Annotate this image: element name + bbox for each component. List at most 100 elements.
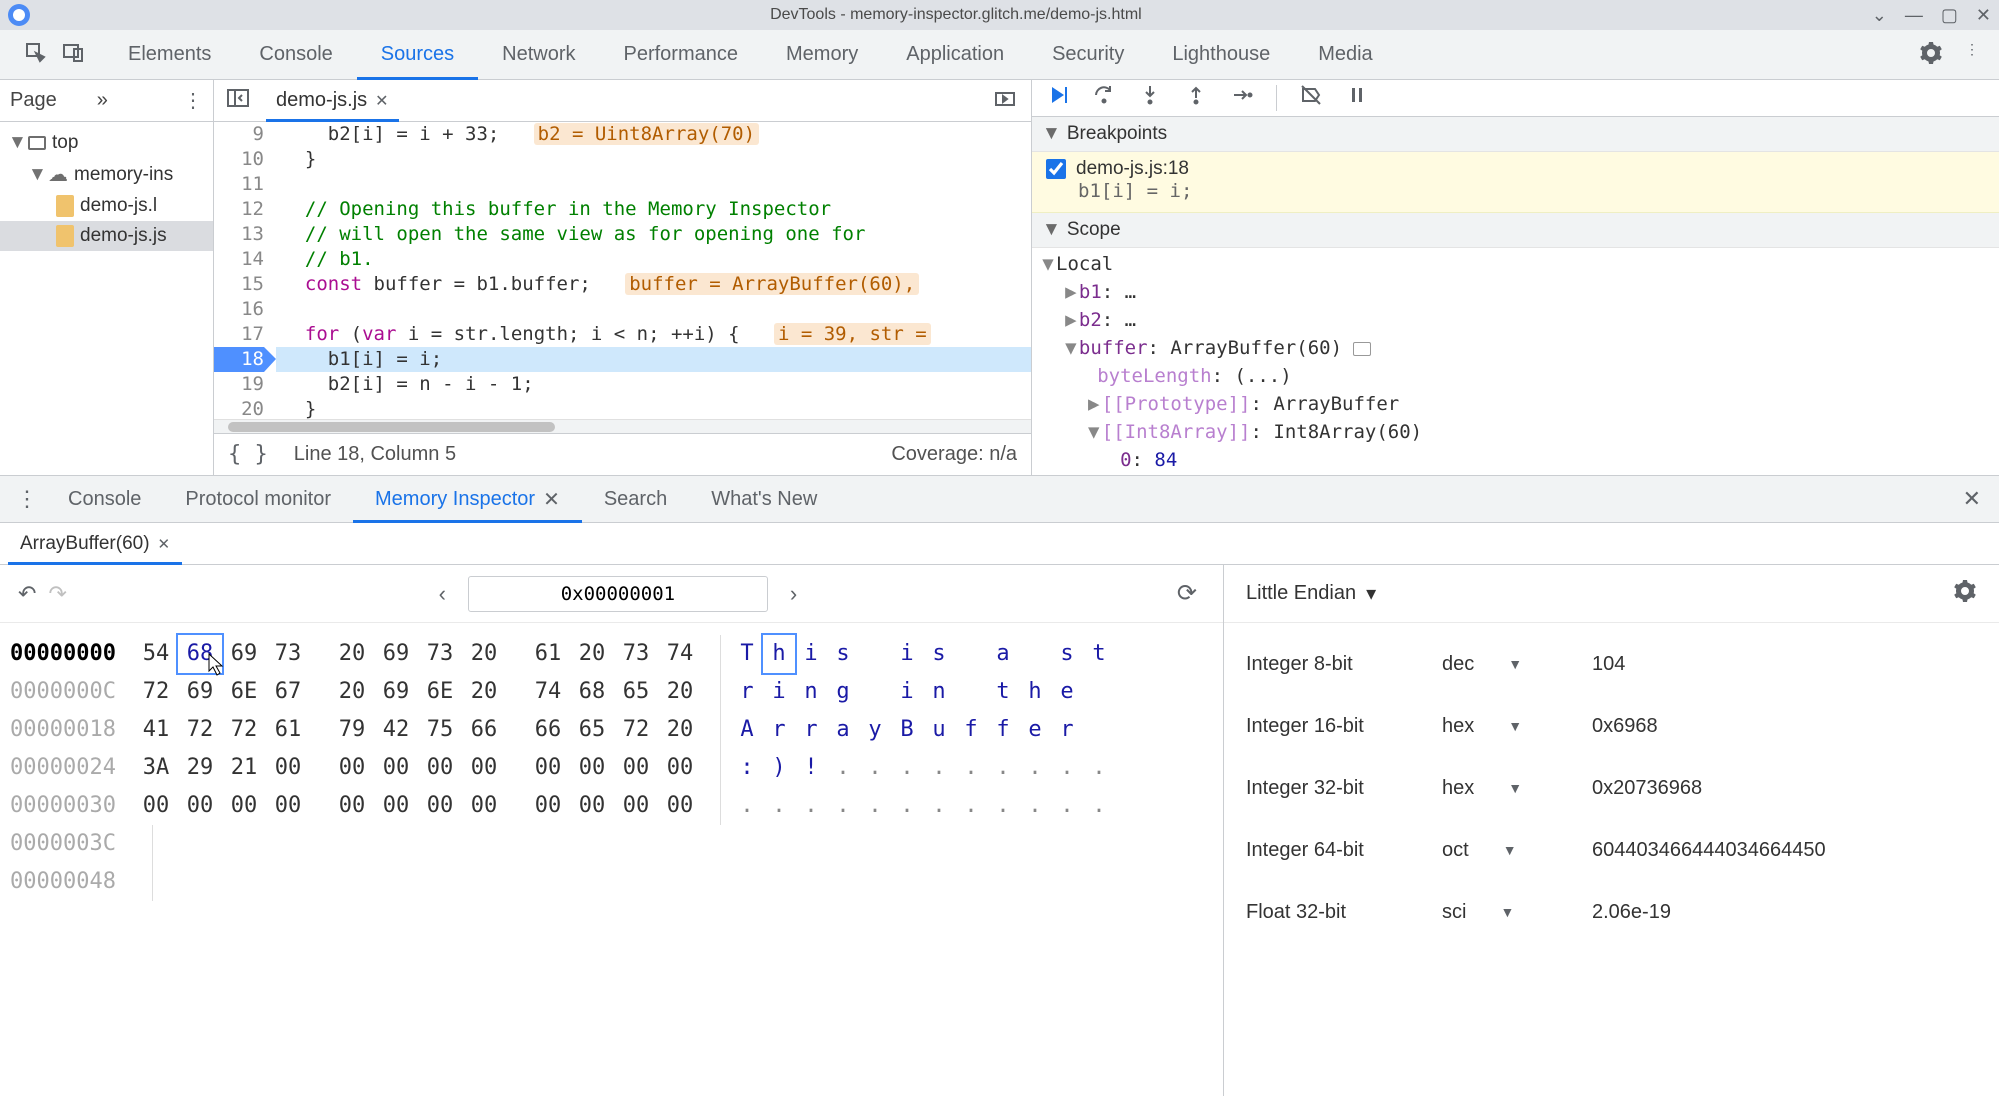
value-mode-select[interactable]: hex▼ — [1442, 715, 1592, 738]
chevron-down-icon: ▼ — [1508, 656, 1522, 672]
value-type-label: Integer 64-bit — [1246, 839, 1442, 862]
tab-application[interactable]: Application — [882, 30, 1028, 80]
memory-buffer-tab[interactable]: ArrayBuffer(60) ✕ — [8, 523, 182, 565]
tree-label: demo-js.l — [80, 195, 157, 217]
window-maximize-icon[interactable]: ▢ — [1941, 5, 1958, 26]
scope-section-header[interactable]: ▼Scope — [1032, 213, 1999, 248]
step-into-button[interactable] — [1138, 83, 1162, 113]
close-tab-icon[interactable]: ✕ — [375, 91, 388, 111]
chevron-down-icon: ▾ — [1366, 581, 1376, 606]
kebab-menu-icon[interactable]: ⋮ — [1965, 41, 1979, 68]
cursor-position: Line 18, Column 5 — [294, 443, 456, 466]
next-page-icon[interactable]: › — [778, 581, 809, 607]
endianness-select[interactable]: Little Endian ▾ — [1246, 581, 1376, 606]
breakpoint-checkbox[interactable] — [1046, 159, 1066, 179]
window-menu-icon[interactable]: ⌄ — [1872, 5, 1887, 26]
tab-console[interactable]: Console — [235, 30, 356, 80]
drawer-tabs: ⋮ Console Protocol monitor Memory Inspec… — [0, 475, 1999, 523]
navigator-menu-icon[interactable]: ⋮ — [183, 88, 203, 113]
window-minimize-icon[interactable]: ― — [1905, 5, 1923, 26]
run-snippet-icon[interactable] — [987, 87, 1023, 114]
chevron-down-icon: ▼ — [1500, 904, 1514, 920]
navigator-tab-page[interactable]: Page — [10, 89, 57, 112]
chevron-down-icon: ▼ — [1508, 780, 1522, 796]
tab-lighthouse[interactable]: Lighthouse — [1148, 30, 1294, 80]
tree-item-file[interactable]: demo-js.js — [0, 221, 213, 251]
tab-memory[interactable]: Memory — [762, 30, 882, 80]
close-tab-icon[interactable]: ✕ — [543, 487, 560, 512]
drawer-tab-protocol-monitor[interactable]: Protocol monitor — [163, 475, 353, 523]
drawer-tab-whats-new[interactable]: What's New — [689, 475, 839, 523]
resume-button[interactable] — [1046, 83, 1070, 113]
tree-item-file[interactable]: demo-js.l — [0, 191, 213, 221]
value-row: Float 32-bitsci▼2.06e-19 — [1246, 881, 1977, 943]
address-input[interactable] — [468, 576, 768, 612]
memory-inspector-tabs: ArrayBuffer(60) ✕ — [0, 523, 1999, 565]
prev-page-icon[interactable]: ‹ — [427, 581, 458, 607]
value-readout: 0x6968 — [1592, 715, 1977, 738]
tab-security[interactable]: Security — [1028, 30, 1148, 80]
value-mode-select[interactable]: oct▼ — [1442, 839, 1592, 862]
chevron-down-icon: ▼ — [1508, 718, 1522, 734]
drawer-menu-icon[interactable]: ⋮ — [8, 486, 46, 512]
pause-on-exceptions-button[interactable] — [1345, 83, 1369, 113]
close-drawer-icon[interactable]: ✕ — [1963, 486, 1991, 512]
tree-label: demo-js.js — [80, 225, 167, 247]
value-readout: 2.06e-19 — [1592, 901, 1977, 924]
step-out-button[interactable] — [1184, 83, 1208, 113]
reveal-in-memory-icon[interactable] — [1353, 342, 1371, 356]
debugger-toolbar — [1032, 80, 1999, 117]
drawer-tab-memory-inspector[interactable]: Memory Inspector ✕ — [353, 475, 582, 523]
tree-label: memory-ins — [74, 164, 173, 186]
code-editor[interactable]: 910111213141516171819202122 b2[i] = i + … — [214, 122, 1031, 419]
value-readout: 0x20736968 — [1592, 777, 1977, 800]
window-close-icon[interactable]: ✕ — [1976, 5, 1991, 26]
tab-media[interactable]: Media — [1294, 30, 1396, 80]
window-title: DevTools - memory-inspector.glitch.me/de… — [40, 6, 1872, 24]
settings-icon[interactable] — [1919, 41, 1943, 68]
value-row: Integer 64-bitoct▼604403466444034664450 — [1246, 819, 1977, 881]
value-readout: 604403466444034664450 — [1592, 839, 1977, 862]
inspect-element-icon[interactable] — [24, 41, 48, 68]
breakpoint-file: demo-js.js:18 — [1076, 158, 1189, 180]
value-mode-select[interactable]: hex▼ — [1442, 777, 1592, 800]
hex-viewer[interactable]: 00000000546869732069732061207374This is … — [0, 623, 1223, 913]
tab-network[interactable]: Network — [478, 30, 599, 80]
editor-horizontal-scrollbar[interactable] — [214, 419, 1031, 433]
sources-navigator-pane: Page » ⋮ ▼ top ▼☁ memory-ins demo-js.l d… — [0, 80, 214, 475]
breakpoints-section-header[interactable]: ▼Breakpoints — [1032, 117, 1999, 152]
step-over-button[interactable] — [1092, 83, 1116, 113]
value-type-label: Integer 16-bit — [1246, 715, 1442, 738]
breakpoint-item[interactable]: demo-js.js:18 b1[i] = i; — [1032, 152, 1999, 213]
tree-item-top[interactable]: ▼ top — [0, 128, 213, 158]
deactivate-breakpoints-button[interactable] — [1299, 83, 1323, 113]
window-titlebar: DevTools - memory-inspector.glitch.me/de… — [0, 0, 1999, 30]
tab-elements[interactable]: Elements — [104, 30, 235, 80]
drawer-tab-search[interactable]: Search — [582, 475, 689, 523]
refresh-icon[interactable]: ⟳ — [1169, 579, 1205, 608]
tab-sources[interactable]: Sources — [357, 30, 478, 80]
value-type-label: Float 32-bit — [1246, 901, 1442, 924]
pretty-print-icon[interactable]: { } — [228, 442, 268, 467]
value-mode-select[interactable]: dec▼ — [1442, 653, 1592, 676]
value-row: Integer 16-bithex▼0x6968 — [1246, 695, 1977, 757]
close-tab-icon[interactable]: ✕ — [158, 535, 171, 553]
tree-item-domain[interactable]: ▼☁ memory-ins — [0, 158, 213, 191]
breakpoint-source: b1[i] = i; — [1046, 180, 1985, 202]
step-button[interactable] — [1230, 83, 1254, 113]
editor-tab-demo-js[interactable]: demo-js.js ✕ — [266, 80, 399, 122]
device-toolbar-icon[interactable] — [62, 41, 86, 68]
tree-label: top — [52, 132, 78, 154]
navigator-overflow-icon[interactable]: » — [97, 89, 108, 112]
value-type-label: Integer 8-bit — [1246, 653, 1442, 676]
value-type-label: Integer 32-bit — [1246, 777, 1442, 800]
history-back-icon[interactable]: ↶ — [18, 581, 36, 607]
toggle-navigator-icon[interactable] — [222, 86, 254, 115]
history-forward-icon[interactable]: ↷ — [48, 581, 66, 607]
value-settings-icon[interactable] — [1953, 579, 1977, 609]
value-row: Integer 32-bithex▼0x20736968 — [1246, 757, 1977, 819]
drawer-tab-console[interactable]: Console — [46, 475, 163, 523]
coverage-status: Coverage: n/a — [891, 443, 1017, 466]
tab-performance[interactable]: Performance — [600, 30, 763, 80]
value-mode-select[interactable]: sci▼ — [1442, 901, 1592, 924]
